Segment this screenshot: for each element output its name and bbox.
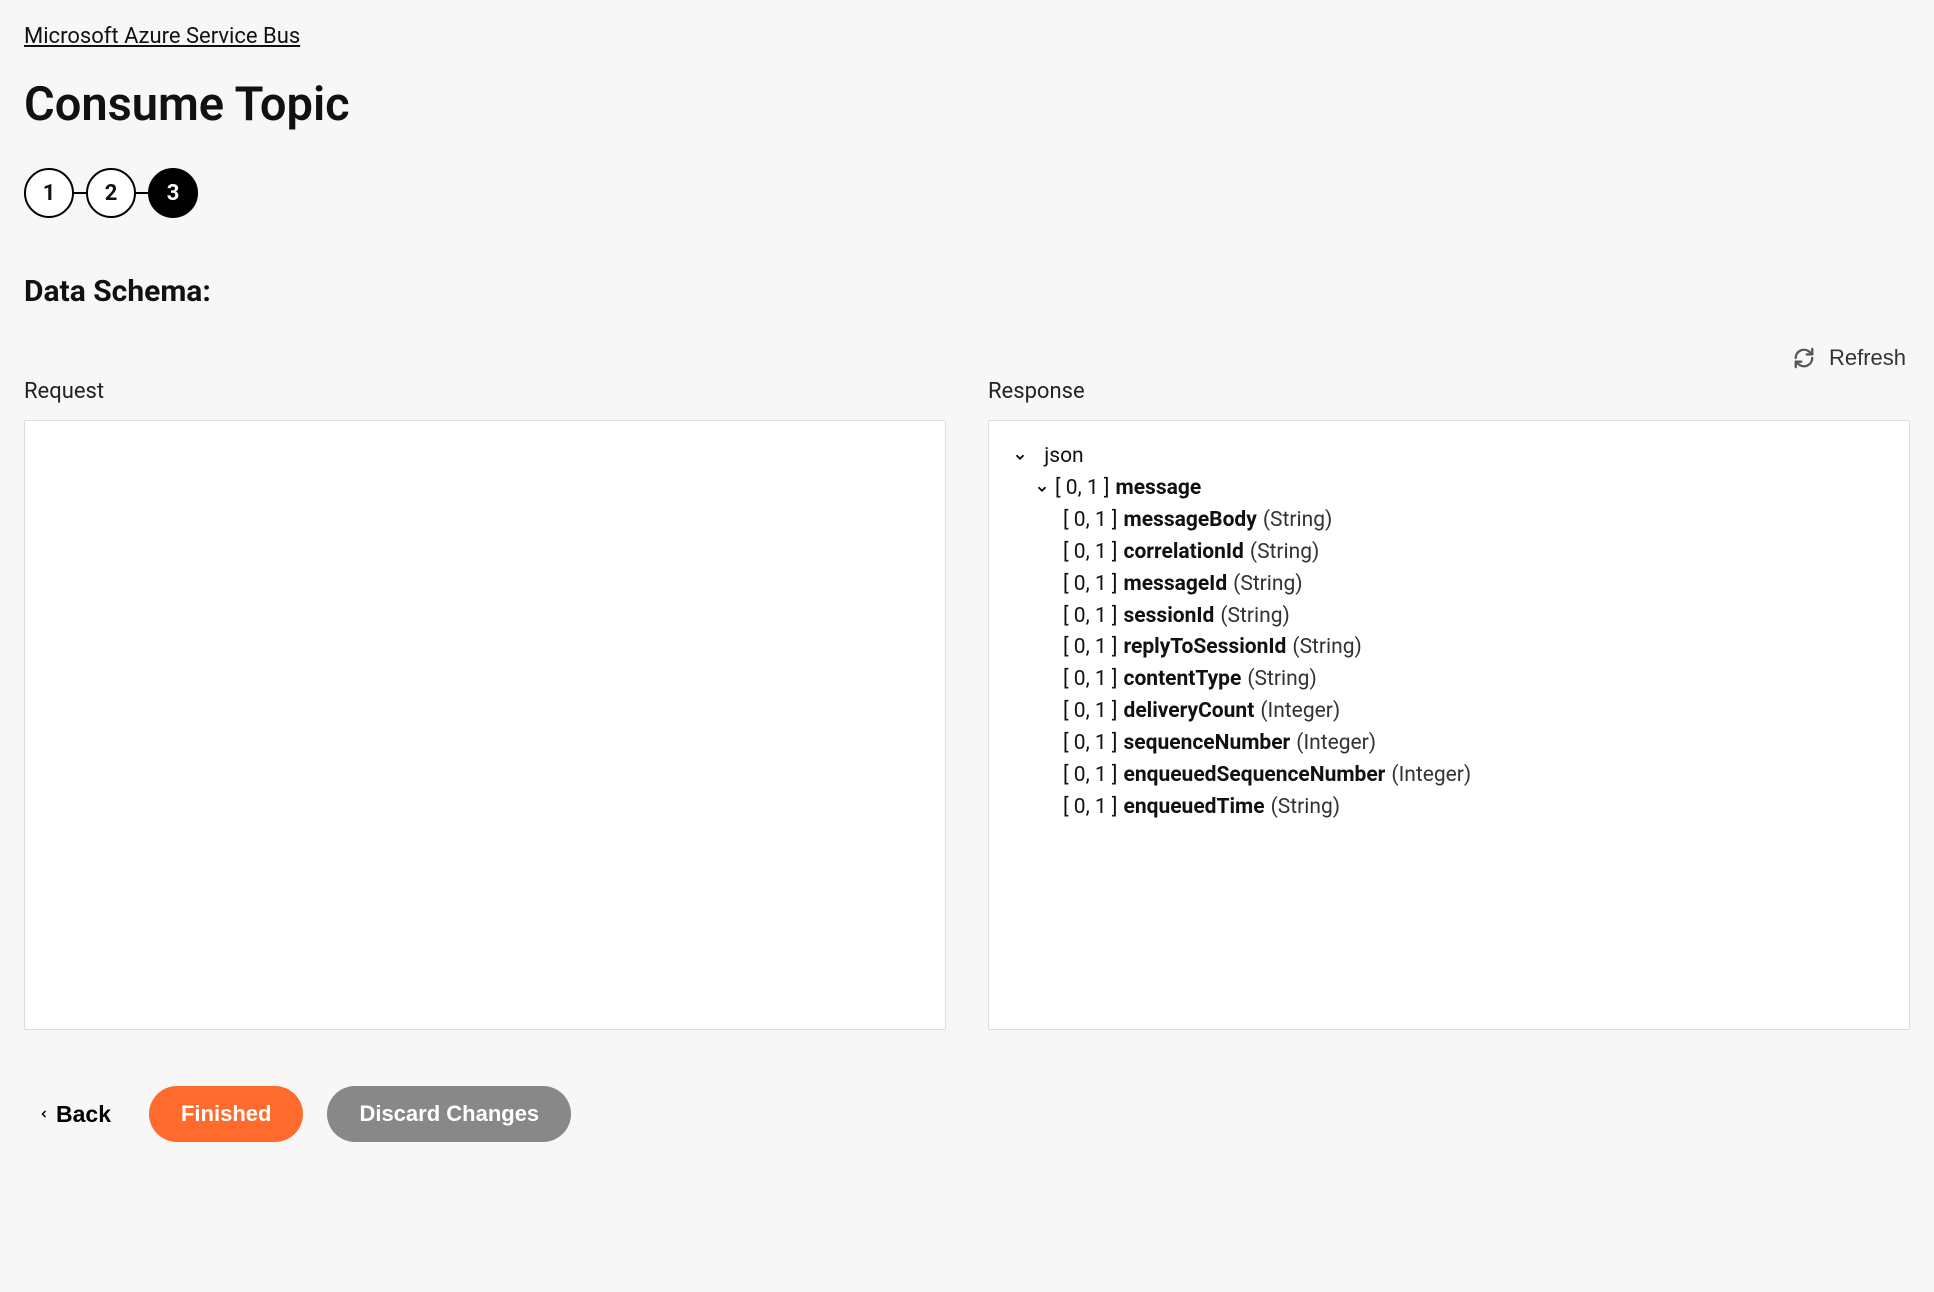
- step-3[interactable]: 3: [148, 168, 198, 218]
- tree-field-type: (Integer): [1296, 728, 1376, 760]
- tree-node-message[interactable]: [ 0, 1 ] message: [1013, 473, 1885, 505]
- refresh-label: Refresh: [1829, 345, 1906, 371]
- finished-button[interactable]: Finished: [149, 1086, 303, 1142]
- tree-field-name: messageBody: [1124, 505, 1257, 537]
- tree-cardinality: [ 0, 1 ]: [1063, 728, 1118, 760]
- tree-cardinality: [ 0, 1 ]: [1063, 537, 1118, 569]
- tree-cardinality: [ 0, 1 ]: [1063, 792, 1118, 824]
- response-panel: json [ 0, 1 ] message [ 0, 1 ] messageBo…: [988, 420, 1910, 1030]
- step-connector: [136, 192, 148, 194]
- tree-field-name: enqueuedSequenceNumber: [1124, 760, 1386, 792]
- response-label: Response: [988, 379, 1910, 404]
- chevron-down-icon: [1035, 482, 1049, 496]
- tree-node-name: message: [1116, 473, 1202, 505]
- step-2[interactable]: 2: [86, 168, 136, 218]
- tree-leaf[interactable]: [ 0, 1 ] sequenceNumber (Integer): [1013, 728, 1885, 760]
- tree-cardinality: [ 0, 1 ]: [1063, 569, 1118, 601]
- back-label: Back: [56, 1101, 111, 1128]
- tree-field-type: (Integer): [1391, 760, 1471, 792]
- tree-field-name: correlationId: [1124, 537, 1244, 569]
- tree-field-name: messageId: [1124, 569, 1228, 601]
- tree-cardinality: [ 0, 1 ]: [1055, 473, 1110, 505]
- tree-field-type: (String): [1271, 792, 1340, 824]
- tree-cardinality: [ 0, 1 ]: [1063, 505, 1118, 537]
- tree-cardinality: [ 0, 1 ]: [1063, 601, 1118, 633]
- section-title: Data Schema:: [24, 274, 1910, 309]
- tree-leaf[interactable]: [ 0, 1 ] messageBody (String): [1013, 505, 1885, 537]
- tree-field-type: (Integer): [1260, 696, 1340, 728]
- tree-leaf[interactable]: [ 0, 1 ] enqueuedTime (String): [1013, 792, 1885, 824]
- tree-cardinality: [ 0, 1 ]: [1063, 760, 1118, 792]
- breadcrumb-link[interactable]: Microsoft Azure Service Bus: [24, 24, 300, 49]
- step-1[interactable]: 1: [24, 168, 74, 218]
- discard-button[interactable]: Discard Changes: [327, 1086, 571, 1142]
- tree-field-name: replyToSessionId: [1124, 632, 1287, 664]
- tree-field-name: deliveryCount: [1124, 696, 1255, 728]
- tree-field-name: contentType: [1124, 664, 1242, 696]
- tree-field-name: sequenceNumber: [1124, 728, 1291, 760]
- tree-field-type: (String): [1250, 537, 1319, 569]
- tree-field-type: (String): [1247, 664, 1316, 696]
- tree-leaf[interactable]: [ 0, 1 ] correlationId (String): [1013, 537, 1885, 569]
- tree-leaf[interactable]: [ 0, 1 ] deliveryCount (Integer): [1013, 696, 1885, 728]
- refresh-button[interactable]: Refresh: [1793, 345, 1906, 371]
- tree-field-type: (String): [1233, 569, 1302, 601]
- tree-leaf[interactable]: [ 0, 1 ] replyToSessionId (String): [1013, 632, 1885, 664]
- refresh-icon: [1793, 347, 1815, 369]
- tree-cardinality: [ 0, 1 ]: [1063, 664, 1118, 696]
- tree-leaf[interactable]: [ 0, 1 ] contentType (String): [1013, 664, 1885, 696]
- tree-cardinality: [ 0, 1 ]: [1063, 632, 1118, 664]
- page-title: Consume Topic: [24, 77, 1910, 132]
- tree-field-type: (String): [1220, 601, 1289, 633]
- stepper: 1 2 3: [24, 168, 1910, 218]
- request-panel: [24, 420, 946, 1030]
- tree-cardinality: [ 0, 1 ]: [1063, 696, 1118, 728]
- tree-leaf[interactable]: [ 0, 1 ] enqueuedSequenceNumber (Integer…: [1013, 760, 1885, 792]
- tree-node-json[interactable]: json: [1013, 441, 1885, 473]
- chevron-left-icon: [38, 1108, 50, 1120]
- tree-node-label: json: [1044, 441, 1083, 473]
- tree-leaf[interactable]: [ 0, 1 ] messageId (String): [1013, 569, 1885, 601]
- tree-field-name: enqueuedTime: [1124, 792, 1265, 824]
- tree-field-name: sessionId: [1124, 601, 1215, 633]
- tree-leaf[interactable]: [ 0, 1 ] sessionId (String): [1013, 601, 1885, 633]
- tree-field-type: (String): [1263, 505, 1332, 537]
- step-connector: [74, 192, 86, 194]
- back-button[interactable]: Back: [24, 1093, 125, 1136]
- chevron-down-icon: [1013, 450, 1027, 464]
- request-label: Request: [24, 379, 946, 404]
- tree-field-type: (String): [1292, 632, 1361, 664]
